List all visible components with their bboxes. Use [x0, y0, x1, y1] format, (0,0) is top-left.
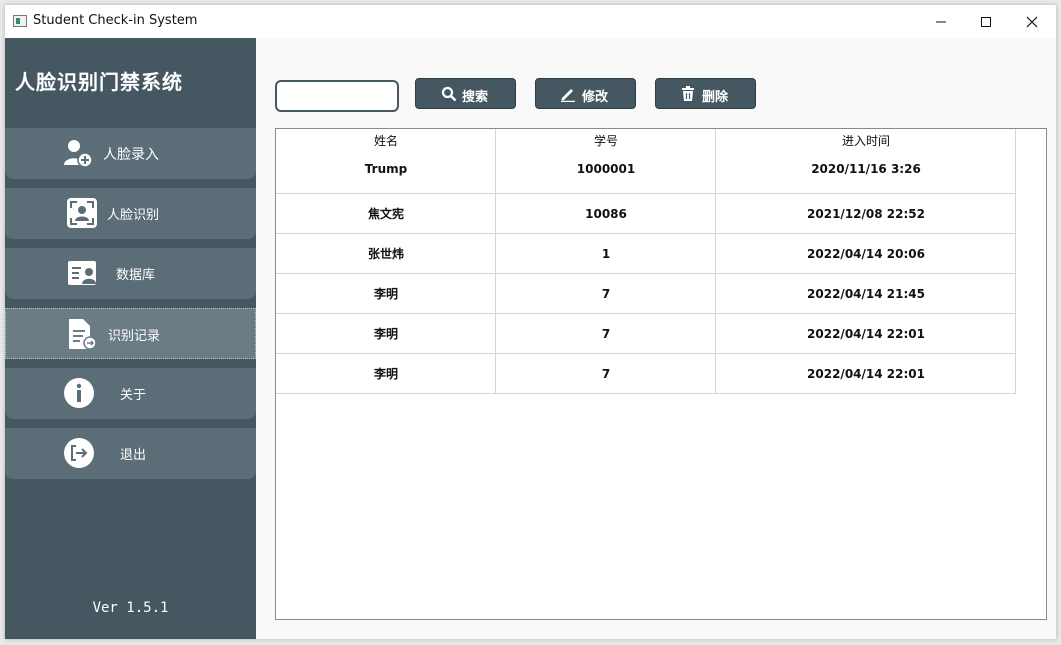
- table-row[interactable]: 李明 7 2022/04/14 21:45: [276, 274, 1016, 314]
- cell-entry-time: 2022/04/14 22:01: [807, 367, 925, 381]
- add-user-icon: [64, 140, 93, 168]
- sidebar-item-database[interactable]: 数据库: [5, 248, 256, 299]
- maximize-button[interactable]: [963, 5, 1009, 38]
- cell-student-id: 1000001: [576, 162, 636, 176]
- cell-name: 李明: [373, 367, 398, 381]
- version-label: Ver 1.5.1: [92, 600, 169, 616]
- app-icon: [13, 15, 27, 27]
- cell-entry-time: 2022/04/14 21:45: [807, 287, 925, 301]
- id-card-icon: [68, 261, 96, 285]
- search-button[interactable]: 搜索: [415, 78, 516, 109]
- search-icon: [441, 86, 457, 102]
- trash-icon: [682, 86, 694, 101]
- cell-name: 李明: [373, 327, 398, 341]
- window-title: Student Check-in System: [33, 13, 198, 28]
- table-row[interactable]: 张世炜 1 2022/04/14 20:06: [276, 234, 1016, 274]
- table-row[interactable]: 焦文宪 10086 2021/12/08 22:52: [276, 194, 1016, 234]
- edit-button-label: 修改: [582, 90, 609, 105]
- close-icon: [1026, 16, 1038, 28]
- cell-name: 张世炜: [367, 247, 404, 261]
- sidebar-item-face-enroll[interactable]: 人脸录入: [5, 128, 256, 179]
- delete-button[interactable]: 删除: [655, 78, 756, 109]
- pencil-icon: [561, 89, 575, 102]
- cell-name: 李明: [373, 287, 398, 301]
- sidebar-item-about[interactable]: 关于: [5, 368, 256, 419]
- sidebar-item-label: 数据库: [116, 268, 156, 283]
- cell-name: 焦文宪: [367, 207, 404, 221]
- exit-icon: [64, 438, 94, 468]
- cell-name: Trump: [364, 162, 408, 176]
- sidebar-item-label: 人脸录入: [103, 147, 159, 163]
- column-divider: [715, 129, 716, 394]
- cell-student-id: 7: [601, 287, 611, 301]
- cell-student-id: 7: [601, 367, 611, 381]
- sidebar-item-label: 人脸识别: [107, 208, 160, 223]
- info-icon: [64, 378, 94, 408]
- cell-student-id: 7: [601, 327, 611, 341]
- system-title: 人脸识别门禁系统: [15, 70, 183, 94]
- table-row[interactable]: 李明 7 2022/04/14 22:01: [276, 314, 1016, 354]
- sidebar-item-label: 退出: [120, 448, 147, 463]
- cell-entry-time: 2021/12/08 22:52: [807, 207, 925, 221]
- cell-student-id: 10086: [585, 207, 627, 221]
- cell-entry-time: 2022/04/14 22:01: [807, 327, 925, 341]
- table-row[interactable]: 李明 7 2022/04/14 22:01: [276, 354, 1016, 394]
- face-scan-icon: [67, 198, 97, 228]
- delete-button-label: 删除: [702, 90, 729, 105]
- search-button-label: 搜索: [462, 90, 489, 105]
- column-divider: [1015, 129, 1016, 394]
- records-table: 姓名 学号 进入时间 Trump 1000001 2020/11/16 3:26…: [275, 128, 1047, 620]
- table-row[interactable]: Trump 1000001 2020/11/16 3:26: [276, 153, 1016, 194]
- sidebar-item-records[interactable]: 识别记录: [5, 308, 256, 359]
- maximize-icon: [981, 17, 991, 27]
- edit-button[interactable]: 修改: [535, 78, 636, 109]
- close-button[interactable]: [1009, 5, 1055, 38]
- minimize-button[interactable]: [918, 5, 964, 38]
- cell-entry-time: 2020/11/16 3:26: [811, 162, 921, 176]
- sidebar: 人脸识别门禁系统 人脸录入 人脸识别 数据库 识别记录 关于 退出 Ver 1.…: [5, 38, 256, 639]
- app-window: Student Check-in System 人脸识别门禁系统 人脸录入 人脸…: [5, 5, 1056, 639]
- sidebar-item-label: 识别记录: [108, 329, 161, 344]
- cell-entry-time: 2022/04/14 20:06: [807, 247, 925, 261]
- minimize-icon: [936, 21, 946, 23]
- sidebar-item-face-recognition[interactable]: 人脸识别: [5, 188, 256, 239]
- sidebar-item-exit[interactable]: 退出: [5, 428, 256, 479]
- column-divider: [495, 129, 496, 394]
- sidebar-item-label: 关于: [120, 388, 147, 403]
- record-document-icon: [69, 319, 97, 350]
- cell-student-id: 1: [601, 247, 611, 261]
- search-input[interactable]: [275, 80, 399, 112]
- main-content: 搜索 修改 删除 姓名 学号 进入时间 Trump 1000001 2020/1…: [256, 38, 1056, 639]
- title-bar: Student Check-in System: [5, 5, 1056, 38]
